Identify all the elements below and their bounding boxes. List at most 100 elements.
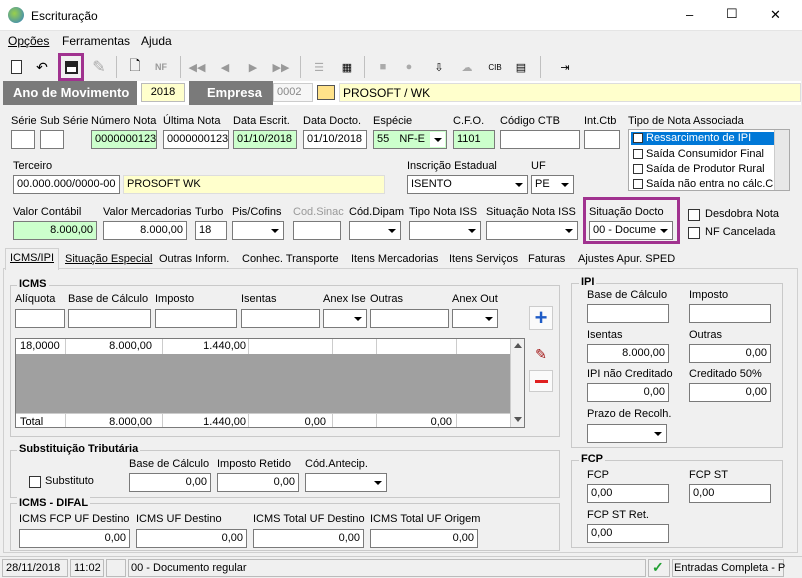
calc-icon[interactable]: ▦ bbox=[336, 57, 358, 77]
tipo-iss-dropdown-icon[interactable] bbox=[464, 223, 479, 238]
serie-input[interactable] bbox=[11, 130, 35, 149]
export-icon[interactable]: ⇩ bbox=[428, 57, 450, 77]
menu-ferramentas[interactable]: Ferramentas bbox=[62, 34, 130, 48]
difal-total-destino-input[interactable]: 0,00 bbox=[253, 529, 364, 548]
folder-icon[interactable] bbox=[317, 85, 335, 100]
anex-out-dropdown-icon[interactable] bbox=[481, 311, 496, 326]
icms-grid[interactable]: 18,0000 8.000,00 1.440,00 Total 8.000,00… bbox=[15, 338, 525, 428]
ipi-nao-cred-input[interactable]: 0,00 bbox=[587, 383, 669, 402]
ipi-prazo-dropdown-icon[interactable] bbox=[650, 426, 665, 441]
grid-scrollbar[interactable] bbox=[510, 339, 524, 427]
aliquota-input[interactable] bbox=[15, 309, 65, 328]
ipi-isentas-input[interactable]: 8.000,00 bbox=[587, 344, 669, 363]
menu-opcoes[interactable]: Opções bbox=[8, 34, 49, 48]
especie-dropdown-icon[interactable] bbox=[430, 132, 445, 147]
ipi-cred50-input[interactable]: 0,00 bbox=[689, 383, 771, 402]
data-docto-input[interactable]: 01/10/2018 bbox=[303, 130, 367, 149]
tab-ajustes-sped[interactable]: Ajustes Apur. SPED bbox=[574, 250, 679, 269]
tipo-nota-check-1[interactable] bbox=[633, 149, 643, 159]
anex-ise-select[interactable] bbox=[323, 309, 367, 328]
codigo-ctb-input[interactable] bbox=[500, 130, 580, 149]
menu-ajuda[interactable]: Ajuda bbox=[141, 34, 172, 48]
tab-faturas[interactable]: Faturas bbox=[524, 250, 569, 269]
int-ctb-input[interactable] bbox=[584, 130, 620, 149]
ano-input[interactable]: 2018 bbox=[141, 83, 185, 102]
tipo-iss-select[interactable] bbox=[409, 221, 481, 240]
valor-contabil-input[interactable]: 8.000,00 bbox=[13, 221, 97, 240]
sit-iss-dropdown-icon[interactable] bbox=[561, 223, 576, 238]
cards-icon[interactable]: ▤ bbox=[510, 57, 532, 77]
edit-icon[interactable]: ✎ bbox=[529, 346, 553, 366]
tipo-nota-item[interactable]: Saída não entra no cálc.CI bbox=[646, 178, 776, 190]
tipo-nota-list[interactable]: Ressarcimento de IPI Saída Consumidor Fi… bbox=[628, 129, 790, 191]
remove-icon[interactable] bbox=[529, 370, 553, 392]
turbo-input[interactable]: 18 bbox=[195, 221, 227, 240]
cod-sinac-input[interactable] bbox=[293, 221, 341, 240]
minimize-button[interactable]: – bbox=[686, 7, 693, 22]
tab-itens-mercadorias[interactable]: Itens Mercadorias bbox=[347, 250, 442, 269]
outras-input[interactable] bbox=[370, 309, 449, 328]
valor-merc-input[interactable]: 8.000,00 bbox=[103, 221, 187, 240]
nf-cancelada-checkbox[interactable] bbox=[688, 227, 700, 239]
pis-select[interactable] bbox=[232, 221, 284, 240]
imposto-input[interactable] bbox=[155, 309, 237, 328]
base-input[interactable] bbox=[68, 309, 151, 328]
difal-fcp-input[interactable]: 0,00 bbox=[19, 529, 130, 548]
anex-out-select[interactable] bbox=[452, 309, 498, 328]
new-icon[interactable] bbox=[5, 57, 27, 77]
difal-total-origem-input[interactable]: 0,00 bbox=[370, 529, 478, 548]
sit-docto-select[interactable]: 00 - Documer bbox=[589, 221, 673, 240]
ipi-imposto-input[interactable] bbox=[689, 304, 771, 323]
preview-icon[interactable]: 🗋 bbox=[124, 57, 146, 77]
st-cod-select[interactable] bbox=[305, 473, 387, 492]
ie-dropdown-icon[interactable] bbox=[511, 177, 526, 192]
tab-itens-servicos[interactable]: Itens Serviços bbox=[445, 250, 522, 269]
tab-icms-ipi[interactable]: ICMS/IPI bbox=[5, 248, 60, 270]
substituto-checkbox[interactable] bbox=[29, 476, 41, 488]
tipo-nota-item[interactable]: Ressarcimento de IPI bbox=[646, 132, 751, 144]
isentas-input[interactable] bbox=[241, 309, 320, 328]
empresa-code[interactable]: 0002 bbox=[273, 83, 313, 102]
st-base-input[interactable]: 0,00 bbox=[129, 473, 211, 492]
cfo-input[interactable]: 1101 bbox=[453, 130, 495, 149]
undo-icon[interactable]: ↶ bbox=[31, 57, 53, 77]
maximize-button[interactable]: ☐ bbox=[726, 6, 738, 22]
cod-dipam-select[interactable] bbox=[349, 221, 401, 240]
numero-input[interactable]: 0000000123 bbox=[91, 130, 157, 149]
close-button[interactable]: ✕ bbox=[770, 7, 781, 23]
tipo-nota-item[interactable]: Saída Consumidor Final bbox=[646, 148, 764, 160]
fcp-st-input[interactable]: 0,00 bbox=[689, 484, 771, 503]
ipi-outras-input[interactable]: 0,00 bbox=[689, 344, 771, 363]
fcp-input[interactable]: 0,00 bbox=[587, 484, 669, 503]
cib-icon[interactable]: CIB bbox=[484, 57, 506, 77]
pis-dropdown-icon[interactable] bbox=[267, 223, 282, 238]
tab-outras-inform[interactable]: Outras Inform. bbox=[155, 250, 233, 269]
difal-uf-destino-input[interactable]: 0,00 bbox=[136, 529, 247, 548]
tipo-nota-scrollbar[interactable] bbox=[774, 130, 789, 190]
table-row[interactable]: 18,0000 8.000,00 1.440,00 bbox=[16, 339, 510, 354]
tab-situacao-especial[interactable]: Situação Especial bbox=[61, 250, 156, 269]
uf-select[interactable]: PE bbox=[531, 175, 574, 194]
ipi-prazo-select[interactable] bbox=[587, 424, 667, 443]
tipo-nota-check-0[interactable] bbox=[633, 133, 643, 143]
cod-dipam-dropdown-icon[interactable] bbox=[384, 223, 399, 238]
st-imposto-input[interactable]: 0,00 bbox=[217, 473, 299, 492]
fcp-st-ret-input[interactable]: 0,00 bbox=[587, 524, 669, 543]
desdobra-checkbox[interactable] bbox=[688, 209, 700, 221]
sit-iss-select[interactable] bbox=[486, 221, 578, 240]
uf-dropdown-icon[interactable] bbox=[557, 177, 572, 192]
tab-conhec-transporte[interactable]: Conhec. Transporte bbox=[238, 250, 343, 269]
ie-select[interactable]: ISENTO bbox=[407, 175, 528, 194]
add-icon[interactable]: + bbox=[529, 306, 553, 330]
subserie-input[interactable] bbox=[40, 130, 64, 149]
st-cod-dropdown-icon[interactable] bbox=[370, 475, 385, 490]
tipo-nota-check-2[interactable] bbox=[633, 164, 643, 174]
exit-icon[interactable]: ⇥ bbox=[554, 57, 576, 77]
terceiro-code[interactable]: 00.000.000/0000-00 bbox=[13, 175, 120, 194]
anex-ise-dropdown-icon[interactable] bbox=[350, 311, 365, 326]
save-button[interactable] bbox=[58, 53, 84, 81]
especie-select[interactable]: 55 NF-E bbox=[373, 130, 447, 149]
tipo-nota-check-3[interactable] bbox=[633, 179, 643, 189]
tipo-nota-item[interactable]: Saída de Produtor Rural bbox=[646, 163, 765, 175]
data-escrit-input[interactable]: 01/10/2018 bbox=[233, 130, 297, 149]
